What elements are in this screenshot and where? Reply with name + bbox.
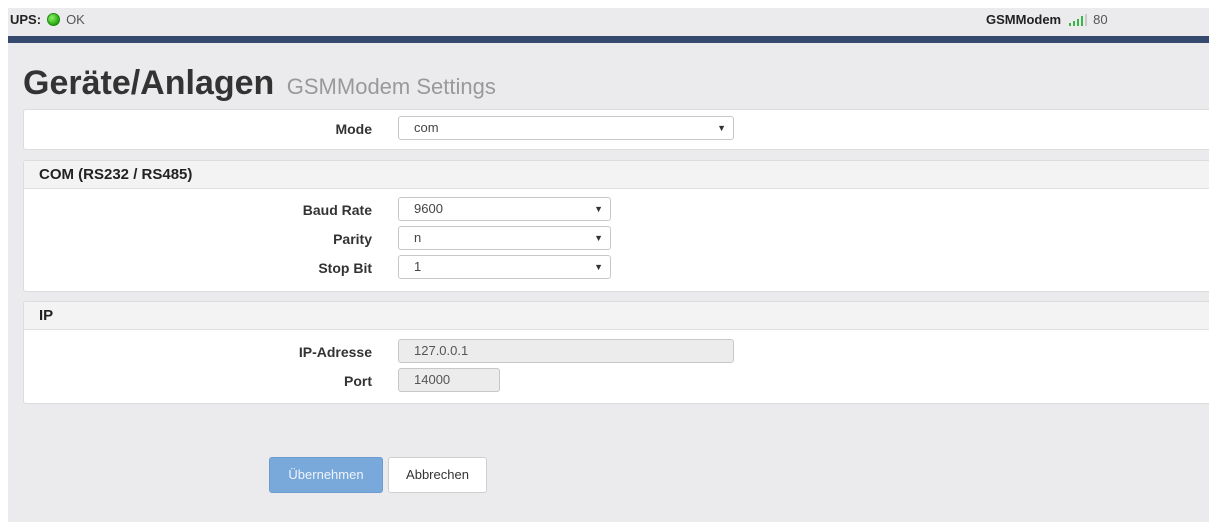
page-title: Geräte/Anlagen GSMModem Settings — [23, 64, 496, 103]
mode-select-value: com — [414, 120, 439, 135]
parity-row: Parity n ▼ — [24, 226, 1209, 252]
port-label: Port — [344, 373, 372, 389]
nav-divider — [8, 36, 1209, 43]
caret-down-icon: ▼ — [594, 262, 603, 272]
page-subtitle: GSMModem Settings — [286, 74, 496, 99]
ip-panel: IP IP-Adresse 127.0.0.1 Port 14000 — [23, 301, 1209, 404]
baud-row: Baud Rate 9600 ▼ — [24, 197, 1209, 223]
mode-label: Mode — [335, 121, 372, 137]
ups-status-text: OK — [66, 12, 85, 27]
com-heading: COM (RS232 / RS485) — [24, 161, 1209, 189]
signal-bars-icon — [1069, 13, 1088, 26]
port-field[interactable]: 14000 — [398, 368, 500, 392]
caret-down-icon: ▼ — [594, 233, 603, 243]
stopbit-select-value: 1 — [414, 259, 422, 274]
parity-select-value: n — [414, 230, 422, 245]
ip-address-value: 127.0.0.1 — [414, 343, 469, 358]
cancel-button[interactable]: Abbrechen — [388, 457, 487, 493]
ups-status: UPS: OK — [10, 12, 85, 27]
stopbit-label: Stop Bit — [318, 260, 372, 276]
baud-select-value: 9600 — [414, 201, 443, 216]
app-frame: UPS: OK GSMModem 80 Geräte/Anlagen GSMMo… — [8, 8, 1209, 522]
gsm-status: GSMModem 80 — [986, 12, 1108, 27]
ip-address-field[interactable]: 127.0.0.1 — [398, 339, 734, 363]
baud-label: Baud Rate — [302, 202, 372, 218]
stopbit-row: Stop Bit 1 ▼ — [24, 255, 1209, 281]
port-value: 14000 — [414, 372, 451, 387]
mode-select[interactable]: com ▼ — [398, 116, 734, 140]
ip-address-label: IP-Adresse — [298, 344, 372, 360]
parity-select[interactable]: n ▼ — [398, 226, 611, 250]
com-panel: COM (RS232 / RS485) Baud Rate 9600 ▼ Par… — [23, 160, 1209, 292]
caret-down-icon: ▼ — [717, 123, 726, 133]
parity-label: Parity — [333, 231, 372, 247]
status-dot-icon — [47, 13, 61, 26]
status-bar: UPS: OK GSMModem 80 — [8, 8, 1209, 36]
port-row: Port 14000 — [24, 368, 1209, 394]
baud-select[interactable]: 9600 ▼ — [398, 197, 611, 221]
gsm-signal-value: 80 — [1093, 12, 1108, 27]
ups-label: UPS: — [10, 12, 42, 27]
stopbit-select[interactable]: 1 ▼ — [398, 255, 611, 279]
page-title-main: Geräte/Anlagen — [23, 64, 275, 102]
gsm-label: GSMModem — [986, 12, 1062, 27]
mode-row: Mode com ▼ — [24, 116, 1209, 142]
ip-heading: IP — [24, 302, 1209, 330]
caret-down-icon: ▼ — [594, 204, 603, 214]
apply-button[interactable]: Übernehmen — [269, 457, 383, 493]
mode-panel: Mode com ▼ — [23, 109, 1209, 150]
ip-address-row: IP-Adresse 127.0.0.1 — [24, 339, 1209, 365]
